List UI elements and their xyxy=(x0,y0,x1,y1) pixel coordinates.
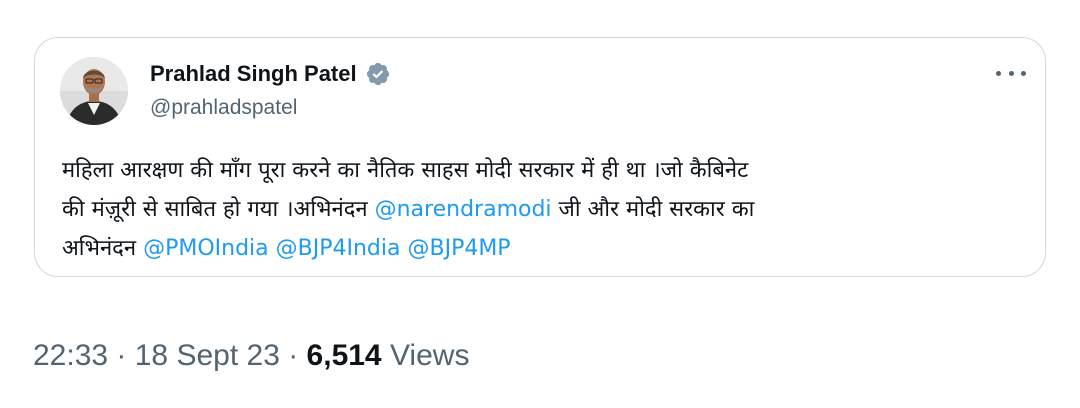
views-label: Views xyxy=(381,339,470,372)
verified-badge-icon xyxy=(366,62,389,86)
author-row: Prahlad Singh Patel xyxy=(150,60,391,88)
more-options-button[interactable] xyxy=(996,66,1026,80)
tweet-text-line-2: की मंज़ूरी से साबित हो गया ।अभिनंदन @nar… xyxy=(62,190,1022,229)
meta-separator: · xyxy=(108,339,135,372)
tweet-time[interactable]: 22:33 xyxy=(33,339,108,372)
ellipsis-icon xyxy=(996,70,1001,76)
mention-link-pmoindia[interactable]: @PMOIndia xyxy=(143,236,269,261)
tweet-text: महिला आरक्षण की माँग पूरा करने का नैतिक … xyxy=(62,151,1022,268)
meta-separator: · xyxy=(279,339,307,372)
tweet-text-line-1: महिला आरक्षण की माँग पूरा करने का नैतिक … xyxy=(62,158,749,183)
ellipsis-icon xyxy=(1021,70,1026,76)
tweet-metadata: 22:33 · 18 Sept 23 · 6,514 Views xyxy=(33,336,469,376)
mention-link-bjp4mp[interactable]: @BJP4MP xyxy=(407,236,510,261)
tweet-date[interactable]: 18 Sept 23 xyxy=(135,339,280,372)
avatar-photo xyxy=(60,57,128,125)
views-count[interactable]: 6,514 xyxy=(307,339,382,372)
ellipsis-icon xyxy=(1008,70,1014,76)
mention-link-bjp4india[interactable]: @BJP4India xyxy=(276,236,401,261)
avatar[interactable] xyxy=(60,57,128,125)
author-handle[interactable]: @prahladspatel xyxy=(150,94,297,122)
tweet-text-line-3: अभिनंदन @PMOIndia @BJP4India @BJP4MP xyxy=(62,229,1022,268)
tweet-text-segment: जी और मोदी सरकार का xyxy=(551,197,755,222)
tweet-text-segment: की मंज़ूरी से साबित हो गया ।अभिनंदन xyxy=(62,197,375,222)
mention-link-narendramodi[interactable]: @narendramodi xyxy=(375,197,552,222)
tweet-text-segment: अभिनंदन xyxy=(62,236,144,261)
author-display-name[interactable]: Prahlad Singh Patel xyxy=(150,60,357,88)
